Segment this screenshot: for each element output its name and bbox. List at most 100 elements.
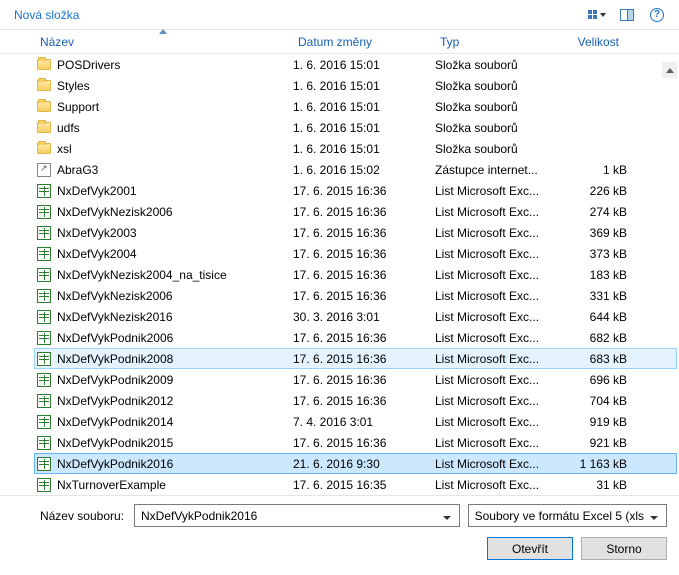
file-name: NxDefVyk2001 xyxy=(57,184,293,198)
file-row[interactable]: NxDefVykNezisk200617. 6. 2015 16:36List … xyxy=(34,201,677,222)
file-icon-cell xyxy=(35,162,53,178)
help-button[interactable]: ? xyxy=(643,4,671,26)
file-row[interactable]: NxDefVykPodnik201621. 6. 2016 9:30List M… xyxy=(34,453,677,474)
file-name: NxDefVykPodnik2015 xyxy=(57,436,293,450)
file-row[interactable]: NxDefVykPodnik200617. 6. 2015 16:36List … xyxy=(34,327,677,348)
column-header-size[interactable]: Velikost xyxy=(564,30,626,53)
file-icon-cell xyxy=(35,477,53,493)
view-mode-button[interactable] xyxy=(583,4,611,26)
file-row[interactable]: NxDefVyk200317. 6. 2015 16:36List Micros… xyxy=(34,222,677,243)
file-date: 17. 6. 2015 16:35 xyxy=(293,478,435,492)
file-row[interactable]: Support1. 6. 2016 15:01Složka souborů xyxy=(34,96,677,117)
file-name: NxDefVykPodnik2012 xyxy=(57,394,293,408)
file-row[interactable]: NxDefVyk200117. 6. 2015 16:36List Micros… xyxy=(34,180,677,201)
file-icon-cell xyxy=(35,204,53,220)
file-row[interactable]: NxDefVykPodnik201517. 6. 2015 16:36List … xyxy=(34,432,677,453)
file-icon-cell xyxy=(35,267,53,283)
file-type: Zástupce internet... xyxy=(435,163,565,177)
file-row[interactable]: NxDefVykNezisk201630. 3. 2016 3:01List M… xyxy=(34,306,677,327)
file-date: 1. 6. 2016 15:02 xyxy=(293,163,435,177)
file-type: List Microsoft Exc... xyxy=(435,394,565,408)
file-icon-cell xyxy=(35,141,53,157)
file-list-area: Název Datum změny Typ Velikost POSDriver… xyxy=(0,30,679,495)
grid-icon xyxy=(588,10,597,19)
file-row[interactable]: NxDefVykNezisk2004_na_tisice17. 6. 2015 … xyxy=(34,264,677,285)
chevron-down-icon[interactable] xyxy=(646,509,662,523)
excel-file-icon xyxy=(37,310,51,324)
file-name: POSDrivers xyxy=(57,58,293,72)
excel-file-icon xyxy=(37,436,51,450)
file-date: 17. 6. 2015 16:36 xyxy=(293,436,435,450)
file-type: List Microsoft Exc... xyxy=(435,331,565,345)
file-name: NxDefVyk2004 xyxy=(57,247,293,261)
excel-file-icon xyxy=(37,247,51,261)
chevron-down-icon[interactable] xyxy=(439,509,455,523)
folder-icon xyxy=(37,80,51,91)
filetype-combo[interactable]: Soubory ve formátu Excel 5 (xls xyxy=(468,504,667,527)
file-type: List Microsoft Exc... xyxy=(435,289,565,303)
file-size: 331 kB xyxy=(565,289,627,303)
file-type: List Microsoft Exc... xyxy=(435,415,565,429)
file-row[interactable]: NxDefVykPodnik200817. 6. 2015 16:36List … xyxy=(34,348,677,369)
file-icon-cell xyxy=(35,78,53,94)
file-icon-cell xyxy=(35,183,53,199)
file-icon-cell xyxy=(35,435,53,451)
preview-pane-icon xyxy=(620,9,634,21)
file-date: 17. 6. 2015 16:36 xyxy=(293,394,435,408)
file-type: List Microsoft Exc... xyxy=(435,205,565,219)
new-folder-button[interactable]: Nová složka xyxy=(8,4,85,26)
file-type: List Microsoft Exc... xyxy=(435,457,565,471)
column-headers: Název Datum změny Typ Velikost xyxy=(0,30,679,54)
file-date: 30. 3. 2016 3:01 xyxy=(293,310,435,324)
file-date: 17. 6. 2015 16:36 xyxy=(293,247,435,261)
file-date: 17. 6. 2015 16:36 xyxy=(293,205,435,219)
column-header-date[interactable]: Datum změny xyxy=(292,30,434,53)
excel-file-icon xyxy=(37,268,51,282)
excel-file-icon xyxy=(37,226,51,240)
file-name: Support xyxy=(57,100,293,114)
file-type: Složka souborů xyxy=(435,79,565,93)
file-row[interactable]: POSDrivers1. 6. 2016 15:01Složka souborů xyxy=(34,54,677,75)
file-row[interactable]: NxTurnoverExample17. 6. 2015 16:35List M… xyxy=(34,474,677,495)
file-row[interactable]: NxDefVykPodnik20147. 4. 2016 3:01List Mi… xyxy=(34,411,677,432)
file-size: 696 kB xyxy=(565,373,627,387)
file-row[interactable]: Styles1. 6. 2016 15:01Složka souborů xyxy=(34,75,677,96)
file-icon-cell xyxy=(35,330,53,346)
file-date: 1. 6. 2016 15:01 xyxy=(293,142,435,156)
folder-icon xyxy=(37,59,51,70)
excel-file-icon xyxy=(37,457,51,471)
file-type: Složka souborů xyxy=(435,58,565,72)
column-header-name[interactable]: Název xyxy=(34,30,292,53)
file-icon-cell xyxy=(35,225,53,241)
column-header-type[interactable]: Typ xyxy=(434,30,564,53)
file-row[interactable]: NxDefVykNezisk200617. 6. 2015 16:36List … xyxy=(34,285,677,306)
file-name: NxDefVykPodnik2009 xyxy=(57,373,293,387)
file-row[interactable]: NxDefVyk200417. 6. 2015 16:36List Micros… xyxy=(34,243,677,264)
file-name: NxDefVykNezisk2004_na_tisice xyxy=(57,268,293,282)
file-type: List Microsoft Exc... xyxy=(435,268,565,282)
filename-input[interactable] xyxy=(139,509,439,523)
sort-ascending-icon xyxy=(159,29,167,34)
excel-file-icon xyxy=(37,394,51,408)
file-size: 226 kB xyxy=(565,184,627,198)
file-size: 921 kB xyxy=(565,436,627,450)
file-size: 704 kB xyxy=(565,394,627,408)
shortcut-icon xyxy=(37,163,51,177)
file-row[interactable]: udfs1. 6. 2016 15:01Složka souborů xyxy=(34,117,677,138)
file-row[interactable]: NxDefVykPodnik201217. 6. 2015 16:36List … xyxy=(34,390,677,411)
file-row[interactable]: xsl1. 6. 2016 15:01Složka souborů xyxy=(34,138,677,159)
file-size: 1 kB xyxy=(565,163,627,177)
file-icon-cell xyxy=(35,57,53,73)
file-size: 369 kB xyxy=(565,226,627,240)
filename-combo[interactable] xyxy=(134,504,460,527)
file-list[interactable]: POSDrivers1. 6. 2016 15:01Složka souborů… xyxy=(0,54,679,495)
open-button[interactable]: Otevřít xyxy=(487,537,573,560)
preview-pane-button[interactable] xyxy=(613,4,641,26)
file-row[interactable]: NxDefVykPodnik200917. 6. 2015 16:36List … xyxy=(34,369,677,390)
file-row[interactable]: AbraG31. 6. 2016 15:02Zástupce internet.… xyxy=(34,159,677,180)
cancel-button[interactable]: Storno xyxy=(581,537,667,560)
file-name: NxDefVykPodnik2014 xyxy=(57,415,293,429)
file-size: 683 kB xyxy=(565,352,627,366)
file-type: List Microsoft Exc... xyxy=(435,247,565,261)
dialog-footer: Název souboru: Soubory ve formátu Excel … xyxy=(0,495,679,572)
